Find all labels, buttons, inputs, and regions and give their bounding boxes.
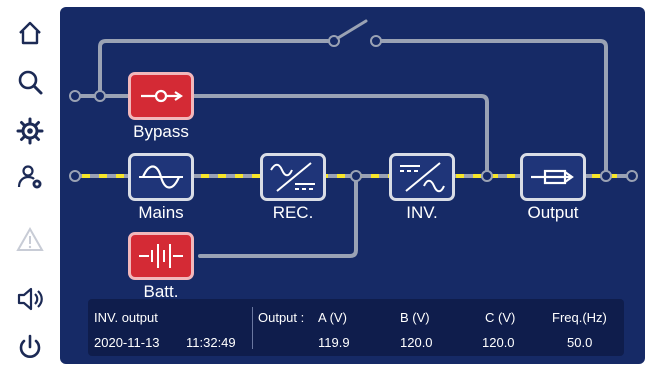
gear-icon (16, 117, 44, 145)
search-icon (18, 70, 43, 95)
rectifier-label: REC. (272, 203, 314, 222)
rectifier-icon (270, 162, 315, 192)
bypass-switch (336, 19, 368, 40)
battery-block[interactable] (128, 232, 194, 280)
status-date: 2020-11-13 (94, 335, 160, 350)
inverter-label: INV. (406, 203, 438, 222)
sine-wave-icon (139, 165, 183, 189)
column-header-freq: Freq.(Hz) (552, 310, 607, 325)
switch-contact-right (370, 35, 382, 47)
bypass-icon (141, 89, 183, 103)
settings-button[interactable] (8, 111, 52, 151)
user-settings-button[interactable] (8, 157, 52, 197)
rectifier-block[interactable] (260, 153, 326, 201)
value-a: 119.9 (318, 335, 350, 350)
inverter-icon (400, 162, 445, 193)
alarm-button[interactable] (8, 220, 52, 260)
node (481, 170, 493, 182)
value-c: 120.0 (482, 335, 515, 350)
mains-label: Mains (138, 203, 184, 222)
node (94, 90, 106, 102)
output-label: Output (527, 203, 579, 222)
sound-button[interactable] (8, 279, 52, 319)
system-diagram-panel: Bypass Mains REC. INV. Output Batt. INV.… (60, 7, 645, 364)
node (69, 90, 81, 102)
bypass-label: Bypass (133, 122, 189, 141)
search-button[interactable] (8, 62, 52, 102)
value-freq: 50.0 (567, 335, 593, 350)
status-divider (252, 307, 253, 349)
inverter-block[interactable] (389, 153, 455, 201)
ups-screen: Bypass Mains REC. INV. Output Batt. INV.… (0, 0, 650, 371)
status-time: 11:32:49 (186, 335, 236, 350)
node (69, 170, 81, 182)
output-block[interactable] (520, 153, 586, 201)
output-label-text: Output : (258, 310, 305, 325)
mains-block[interactable] (128, 153, 194, 201)
column-header-b: B (V) (400, 310, 430, 325)
inverter-output-status: INV. output 2020-11-13 11:32:49 Output :… (88, 299, 624, 356)
column-header-c: C (V) (485, 310, 516, 325)
home-button[interactable] (8, 13, 52, 53)
power-button[interactable] (8, 327, 52, 367)
home-icon (19, 21, 41, 45)
node (626, 170, 638, 182)
sidebar (0, 0, 60, 371)
status-title: INV. output (94, 310, 158, 325)
user-settings-icon (17, 165, 42, 189)
value-b: 120.0 (400, 335, 433, 350)
node (600, 170, 612, 182)
warning-icon (16, 226, 44, 251)
column-header-a: A (V) (318, 310, 347, 325)
power-icon (19, 334, 41, 358)
output-arrow-icon (531, 169, 574, 185)
speaker-icon (17, 287, 43, 311)
node (350, 170, 362, 182)
battery-icon (139, 244, 183, 268)
bypass-block[interactable] (128, 72, 194, 120)
